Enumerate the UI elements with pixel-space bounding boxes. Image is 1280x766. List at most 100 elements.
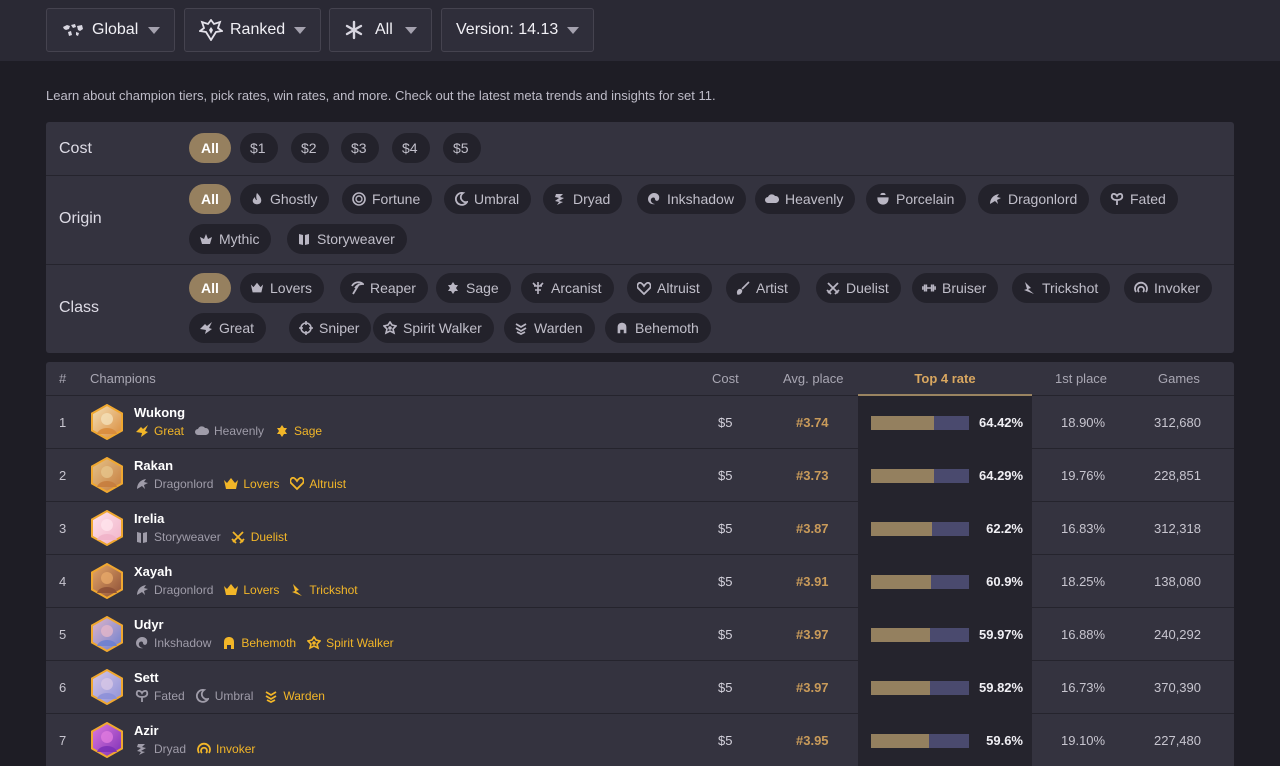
table-row[interactable]: 5 Udyr Inkshadow Behemoth Spirit Walker $5 #3.… [46,608,1234,661]
first-place-cell: 16.73% [1061,680,1106,695]
origin-chip-dryad[interactable]: Dryad [543,184,623,214]
avg-place-header[interactable]: Avg. place [783,362,843,396]
class-chip-spirit-walker[interactable]: Spirit Walker [373,313,494,343]
champion-portrait[interactable] [89,562,125,600]
duelist-icon [231,530,246,545]
champion-name[interactable]: Xayah [134,564,172,579]
class-chip-artist[interactable]: Artist [726,273,800,303]
region-label: Global [92,21,139,38]
origin-chip-fortune[interactable]: Fortune [342,184,433,214]
champion-portrait[interactable] [89,456,125,494]
champion-name[interactable]: Udyr [134,617,164,632]
table-row[interactable]: 3 Irelia Storyweaver Duelist $5 #3.87 62.2% 16.… [46,502,1234,555]
origin-chip-porcelain[interactable]: Porcelain [866,184,967,214]
trait-sage[interactable]: Sage [274,424,322,439]
rank-header[interactable]: # [59,362,66,396]
class-chip-altruist[interactable]: Altruist [627,273,712,303]
champion-portrait[interactable] [89,615,125,653]
trait-dryad[interactable]: Dryad [134,742,186,757]
trait-fated[interactable]: Fated [134,689,185,704]
champion-name[interactable]: Sett [134,670,159,685]
crossed-swords-icon [826,281,840,295]
top4-rate-header[interactable]: Top 4 rate [858,362,1032,396]
class-chip-all[interactable]: All [189,273,231,303]
heart-icon [637,281,651,295]
champion-portrait[interactable] [89,403,125,441]
cost-filter-label: Cost [59,140,92,157]
great-icon [199,321,213,335]
games-header[interactable]: Games [1158,362,1200,396]
origin-chip-umbral[interactable]: Umbral [444,184,532,214]
cost-chip-1[interactable]: $1 [240,133,278,163]
table-row[interactable]: 7 Azir Dryad Invoker $5 #3.95 59.6% 19.10% 227,4… [46,714,1234,766]
trait-inkshadow[interactable]: Inkshadow [134,636,211,651]
cost-chip-all[interactable]: All [189,133,231,163]
cost-chip-2[interactable]: $2 [291,133,329,163]
champion-name[interactable]: Wukong [134,405,185,420]
table-row[interactable]: 2 Rakan Dragonlord Lovers Altruist $5 #3.73 64.… [46,449,1234,502]
trait-lovers[interactable]: Lovers [223,477,279,492]
origin-chip-dragonlord[interactable]: Dragonlord [978,184,1090,214]
trait-great[interactable]: Great [134,424,184,439]
class-chip-warden[interactable]: Warden [504,313,595,343]
origin-chip-ghostly[interactable]: Ghostly [240,184,330,214]
trait-spirit-walker[interactable]: Spirit Walker [306,636,394,651]
origin-chip-fated[interactable]: Fated [1100,184,1178,214]
trait-dragonlord[interactable]: Dragonlord [134,477,213,492]
first-place-cell: 16.83% [1061,521,1106,536]
champion-name[interactable]: Rakan [134,458,173,473]
trait-duelist[interactable]: Duelist [231,530,287,545]
origin-chip-heavenly[interactable]: Heavenly [755,184,856,214]
class-chip-sniper[interactable]: Sniper [289,313,372,343]
champion-portrait[interactable] [89,509,125,547]
trait-behemoth[interactable]: Behemoth [221,636,296,651]
origin-chip-mythic[interactable]: Mythic [189,224,272,254]
filter-panel: Cost All $1 $2 $3 $4 $5 Origin All Ghost… [46,122,1234,353]
trait-altruist[interactable]: Altruist [289,477,346,492]
table-row[interactable]: 4 Xayah Dragonlord Lovers Trickshot $5 #3.91 60… [46,555,1234,608]
trait-lovers[interactable]: Lovers [223,583,279,598]
trait-heavenly[interactable]: Heavenly [194,424,264,439]
champion-name[interactable]: Irelia [134,511,164,526]
class-chip-great[interactable]: Great [189,313,267,343]
trait-warden[interactable]: Warden [263,689,325,704]
class-chip-sage[interactable]: Sage [436,273,511,303]
class-chip-trickshot[interactable]: Trickshot [1012,273,1111,303]
cost-header[interactable]: Cost [712,362,739,396]
games-cell: 312,318 [1154,521,1201,536]
champions-header[interactable]: Champions [90,362,156,396]
avg-place-cell: #3.97 [796,627,829,642]
origin-chip-all[interactable]: All [189,184,231,214]
champion-portrait[interactable] [89,668,125,706]
first-place-cell: 19.76% [1061,468,1106,483]
cost-chip-4[interactable]: $4 [392,133,430,163]
origin-chip-storyweaver[interactable]: Storyweaver [287,224,407,254]
cost-chip-5[interactable]: $5 [443,133,481,163]
cost-chip-3[interactable]: $3 [341,133,379,163]
class-chip-reaper[interactable]: Reaper [340,273,428,303]
table-row[interactable]: 6 Sett Fated Umbral Warden $5 #3.97 59.82% 16.73… [46,661,1234,714]
version-dropdown[interactable]: Version: 14.13 [441,8,594,52]
champion-traits: Dryad Invoker [134,741,265,757]
trait-dragonlord[interactable]: Dragonlord [134,583,213,598]
champion-portrait[interactable] [89,721,125,759]
class-chip-duelist[interactable]: Duelist [816,273,901,303]
trait-trickshot[interactable]: Trickshot [289,583,358,598]
queue-dropdown[interactable]: Ranked [184,8,321,52]
class-chip-lovers[interactable]: Lovers [240,273,325,303]
trait-umbral[interactable]: Umbral [195,689,253,704]
mode-dropdown[interactable]: All [329,8,432,52]
champion-name[interactable]: Azir [134,723,159,738]
region-dropdown[interactable]: Global [46,8,175,52]
class-chip-arcanist[interactable]: Arcanist [521,273,614,303]
class-chip-bruiser[interactable]: Bruiser [912,273,999,303]
class-chip-behemoth[interactable]: Behemoth [605,313,711,343]
top4-rate-cell: 64.29% [979,468,1024,483]
trait-storyweaver[interactable]: Storyweaver [134,530,221,545]
trait-invoker[interactable]: Invoker [196,742,255,757]
origin-chip-inkshadow[interactable]: Inkshadow [637,184,746,214]
class-chip-invoker[interactable]: Invoker [1124,273,1212,303]
fated-icon [1110,192,1124,206]
table-row[interactable]: 1 Wukong Great Heavenly Sage $5 #3.74 64.42% 18.… [46,396,1234,449]
first-place-header[interactable]: 1st place [1055,362,1107,396]
